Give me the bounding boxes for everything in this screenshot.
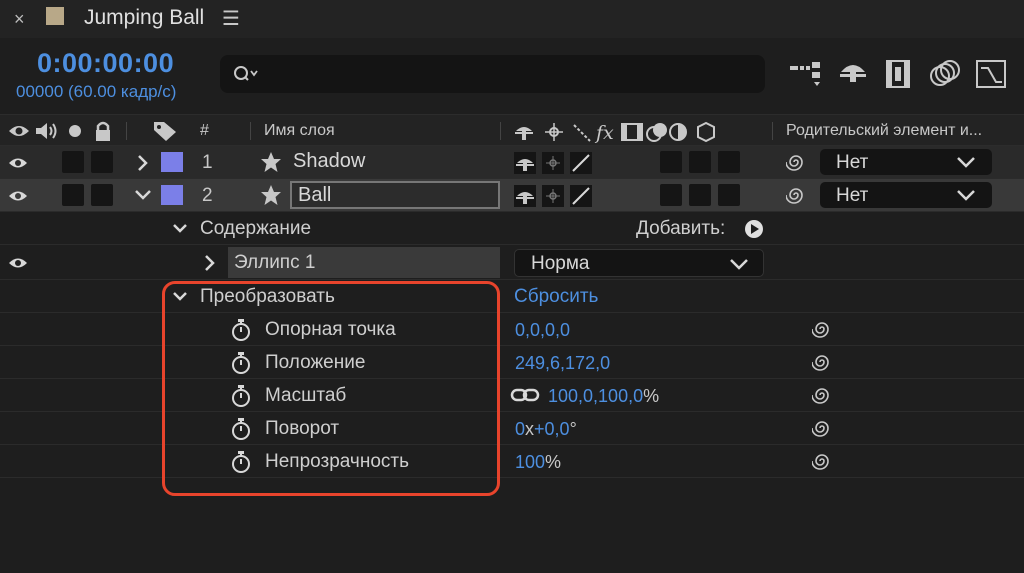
composition-swatch	[46, 7, 64, 25]
chevron-down-icon	[957, 190, 975, 201]
column-number: #	[200, 122, 209, 139]
label-tag-icon[interactable]	[152, 120, 178, 142]
property-row-anchor-point[interactable]: Опорная точка 0,0,0,0	[0, 313, 1024, 346]
tab-bar: × Jumping Ball ☰	[0, 0, 1024, 38]
blend-mode-dropdown[interactable]: Норма	[514, 249, 764, 277]
transform-group-row[interactable]: Преобразовать Сбросить	[0, 280, 1024, 313]
layer-row-ball[interactable]: 2 Ball Нет	[0, 179, 1024, 212]
spiral-pickwhip-icon[interactable]	[812, 418, 832, 438]
layer-name-edit-field[interactable]: Ball	[290, 181, 500, 209]
layer-row-shadow[interactable]: 1 Shadow Нет	[0, 146, 1024, 179]
audio-icon[interactable]	[34, 121, 60, 141]
adjustment-switch[interactable]	[660, 151, 682, 173]
contents-group-row[interactable]: Содержание Добавить:	[0, 212, 1024, 245]
extra-switch[interactable]	[718, 151, 740, 173]
graph-editor-icon[interactable]	[974, 58, 1008, 90]
layer-name[interactable]: Shadow	[293, 150, 365, 173]
layer-column-header: # Имя слоя fx Родительский элемент и...	[0, 114, 1024, 146]
star-icon	[261, 152, 281, 172]
spiral-pickwhip-icon[interactable]	[786, 185, 806, 205]
spiral-pickwhip-icon[interactable]	[812, 352, 832, 372]
chevron-down-icon	[730, 259, 748, 270]
eye-icon[interactable]	[8, 256, 28, 270]
property-row-opacity[interactable]: Непрозрачность 100%	[0, 445, 1024, 478]
close-icon[interactable]: ×	[14, 9, 25, 30]
chevron-down-icon[interactable]	[172, 223, 188, 234]
search-field[interactable]	[220, 55, 765, 93]
property-row-scale[interactable]: Масштаб 100,0,100,0%	[0, 379, 1024, 412]
lock-icon[interactable]	[94, 120, 112, 142]
hamburger-icon[interactable]: ☰	[222, 6, 240, 31]
contents-label: Содержание	[200, 218, 312, 239]
chevron-down-icon	[957, 157, 975, 168]
spiral-pickwhip-icon[interactable]	[812, 385, 832, 405]
layer-name: Ball	[298, 184, 332, 206]
3d-switch[interactable]	[689, 151, 711, 173]
spiral-pickwhip-icon[interactable]	[812, 451, 832, 471]
layer-number: 2	[202, 185, 213, 206]
parent-dropdown[interactable]: Нет	[820, 182, 992, 208]
chevron-right-icon[interactable]	[203, 254, 215, 272]
property-value[interactable]: 0x+0,0°	[515, 419, 577, 440]
eye-icon[interactable]	[8, 156, 28, 170]
lock-toggle[interactable]	[91, 184, 113, 206]
3d-switch[interactable]	[689, 184, 711, 206]
ellipse-name-field[interactable]: Эллипс 1	[228, 247, 500, 278]
frame-blending-icon[interactable]	[882, 58, 916, 90]
shy-layers-icon[interactable]	[836, 58, 870, 90]
ellipse-row[interactable]: Эллипс 1 Норма	[0, 245, 1024, 280]
current-timecode[interactable]: 0:00:00:00	[37, 48, 174, 79]
search-icon[interactable]	[232, 63, 260, 85]
eye-icon[interactable]	[8, 189, 28, 203]
composition-flowchart-icon[interactable]	[788, 58, 822, 90]
chevron-right-icon[interactable]	[136, 154, 148, 172]
extra-switch[interactable]	[718, 184, 740, 206]
frame-rate-readout: 00000 (60.00 кадр/с)	[16, 82, 177, 101]
composition-tab-title[interactable]: Jumping Ball	[84, 6, 204, 30]
layer-label-color[interactable]	[161, 185, 183, 205]
property-value[interactable]: 0,0,0,0	[515, 320, 570, 341]
spiral-pickwhip-icon[interactable]	[786, 152, 806, 172]
layer-switches[interactable]	[514, 184, 596, 208]
property-row-position[interactable]: Положение 249,6,172,0	[0, 346, 1024, 379]
solo-toggle[interactable]	[62, 151, 84, 173]
blend-mode-value: Норма	[531, 253, 590, 274]
highlight-annotation	[162, 281, 500, 496]
lock-toggle[interactable]	[91, 151, 113, 173]
layer-number: 1	[202, 152, 213, 173]
parent-dropdown[interactable]: Нет	[820, 149, 992, 175]
reset-link[interactable]: Сбросить	[514, 286, 598, 308]
chain-link-icon[interactable]	[510, 387, 540, 403]
property-value[interactable]: 249,6,172,0	[515, 353, 610, 374]
property-value[interactable]: 100,0,100,0%	[548, 386, 659, 407]
layer-label-color[interactable]	[161, 152, 183, 172]
ellipse-label: Эллипс 1	[234, 252, 316, 273]
solo-toggle[interactable]	[62, 184, 84, 206]
svg-text:fx: fx	[594, 122, 614, 143]
solo-icon[interactable]	[68, 124, 82, 138]
layer-switches[interactable]	[514, 151, 596, 175]
add-label: Добавить:	[636, 218, 726, 239]
eye-icon[interactable]	[8, 123, 30, 139]
spiral-pickwhip-icon[interactable]	[812, 319, 832, 339]
motion-blur-icon[interactable]	[928, 58, 962, 90]
switches-header-icons: fx	[515, 121, 715, 143]
property-row-rotation[interactable]: Поворот 0x+0,0°	[0, 412, 1024, 445]
property-value[interactable]: 100%	[515, 452, 561, 473]
chevron-down-icon[interactable]	[134, 189, 152, 201]
parent-dropdown-value: Нет	[836, 185, 869, 206]
parent-dropdown-value: Нет	[836, 152, 869, 173]
adjustment-switch[interactable]	[660, 184, 682, 206]
column-parent-link[interactable]: Родительский элемент и...	[786, 122, 982, 140]
add-play-icon[interactable]	[744, 219, 764, 239]
column-layer-name[interactable]: Имя слоя	[264, 122, 335, 140]
star-icon	[261, 185, 281, 205]
